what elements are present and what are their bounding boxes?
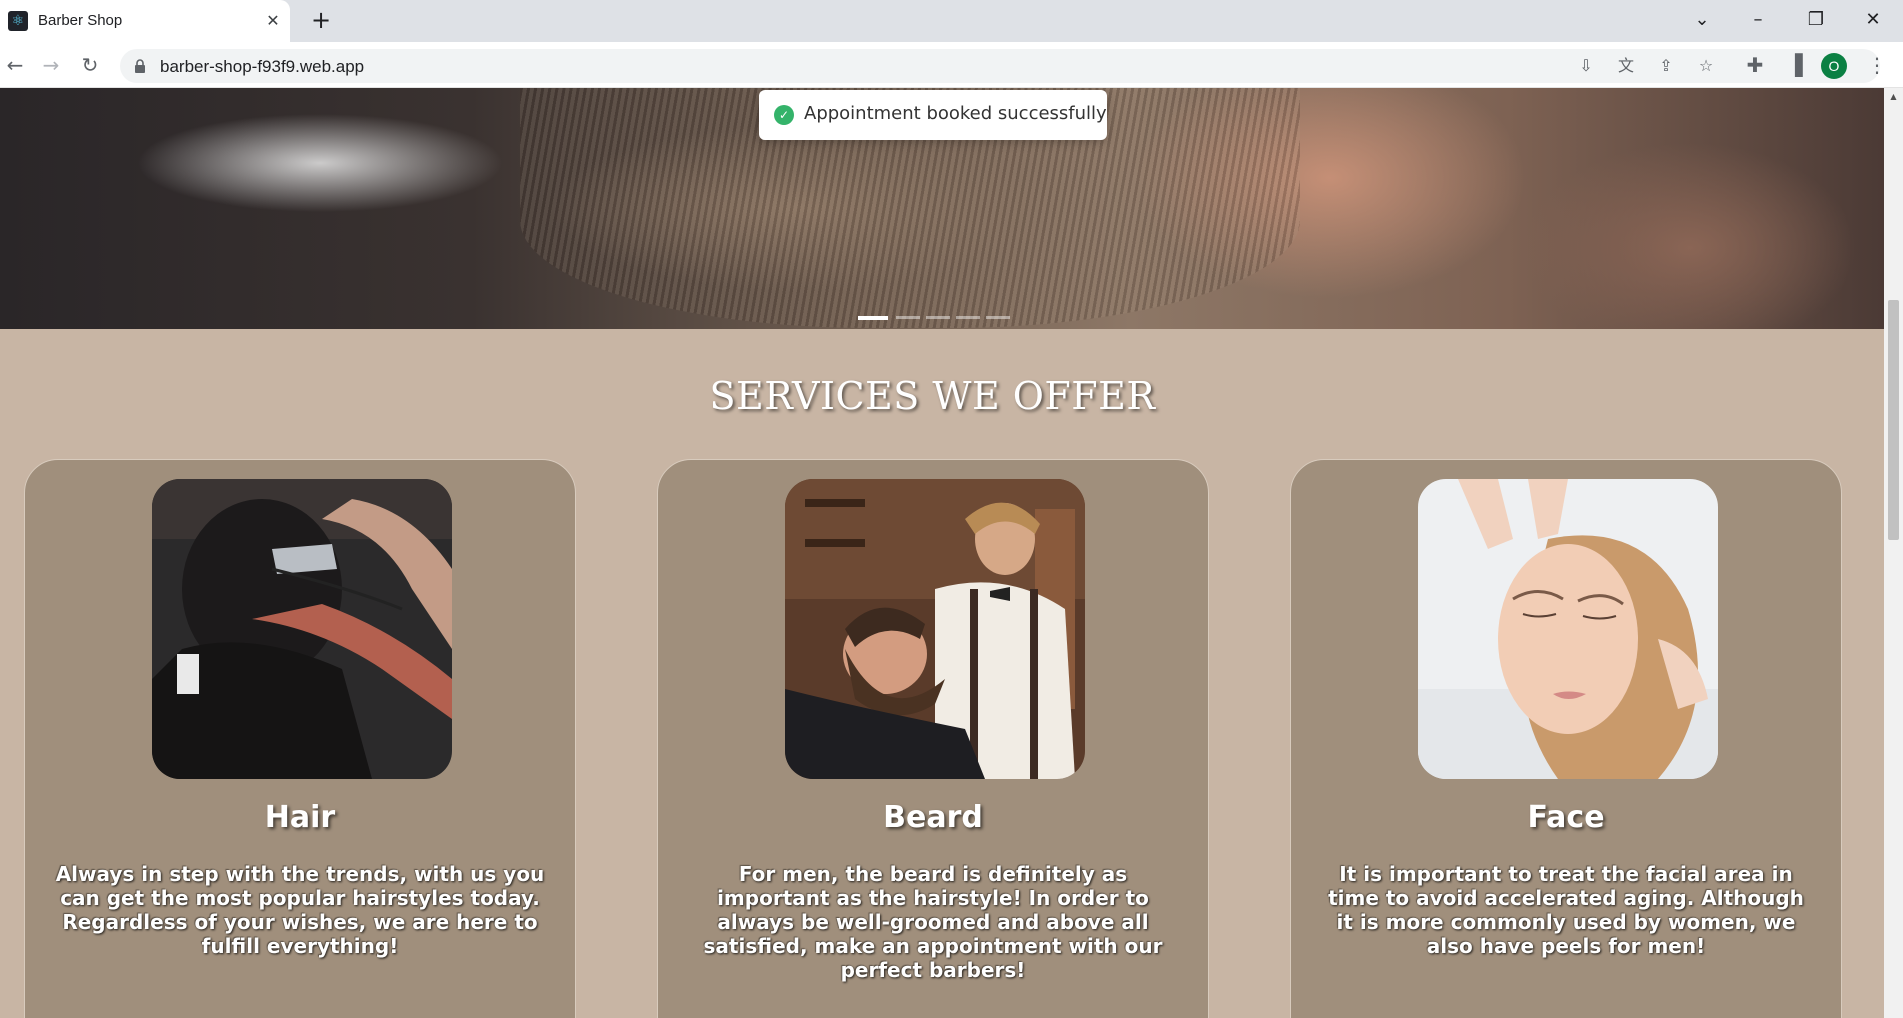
window-close-icon[interactable]: ✕ (1853, 6, 1893, 34)
browser-tab[interactable]: ⚛ Barber Shop ✕ (0, 0, 290, 42)
kebab-menu-icon[interactable]: ⋮ (1862, 50, 1892, 80)
beard-service-image (785, 479, 1085, 779)
install-icon[interactable]: ⇩ (1574, 54, 1598, 78)
hair-service-image (152, 479, 452, 779)
carousel-indicator-3[interactable] (926, 316, 950, 319)
carousel-indicator-1[interactable] (858, 316, 888, 320)
scrollbar-thumb[interactable] (1888, 300, 1899, 540)
tab-title: Barber Shop (38, 12, 123, 29)
reload-icon[interactable]: ↻ (75, 50, 105, 80)
puzzle-icon[interactable]: ✚ (1740, 50, 1770, 80)
share-icon[interactable]: ⇪ (1654, 54, 1678, 78)
services-heading: SERVICES WE OFFER (709, 374, 1156, 418)
toast-message: Appointment booked successfully (804, 103, 1107, 124)
success-toast: ✓ Appointment booked successfully (759, 90, 1107, 140)
service-description: It is important to treat the facial area… (1328, 862, 1804, 958)
carousel-indicator-2[interactable] (896, 316, 920, 319)
service-description: Always in step with the trends, with us … (55, 862, 545, 958)
service-card-beard: Beard For men, the beard is definitely a… (657, 459, 1209, 1018)
page-viewport: ✓ Appointment booked successfully SERVIC… (0, 88, 1884, 1018)
back-arrow-icon[interactable]: ← (0, 50, 30, 80)
browser-tab-strip: ⚛ Barber Shop ✕ + ⌄ – ❐ ✕ (0, 0, 1903, 42)
service-title: Beard (883, 800, 983, 835)
service-title: Face (1527, 800, 1605, 835)
restore-icon[interactable]: ❐ (1796, 6, 1836, 34)
minimize-icon[interactable]: – (1738, 6, 1778, 34)
carousel-indicator-4[interactable] (956, 316, 980, 319)
avatar[interactable]: O (1821, 53, 1847, 79)
star-icon[interactable]: ☆ (1694, 54, 1718, 78)
lock-icon (135, 59, 145, 73)
url-text: barber-shop-f93f9.web.app (160, 57, 365, 76)
translate-icon[interactable]: 文 (1614, 54, 1638, 78)
service-card-hair: Hair Always in step with the trends, wit… (24, 459, 576, 1018)
address-bar[interactable]: barber-shop-f93f9.web.app ⇩ 文 ⇪ ☆ (120, 49, 1880, 83)
plus-icon[interactable]: + (308, 8, 334, 34)
page-scrollbar[interactable]: ▲ (1884, 88, 1903, 1018)
service-title: Hair (264, 800, 336, 835)
face-service-image (1418, 479, 1718, 779)
close-icon[interactable]: ✕ (262, 10, 284, 32)
sidebar-icon[interactable]: ▐ (1780, 50, 1810, 80)
scroll-up-arrow-icon[interactable]: ▲ (1884, 90, 1903, 104)
check-circle-icon: ✓ (774, 105, 794, 125)
tab-search-icon[interactable]: ⌄ (1682, 6, 1722, 34)
carousel-indicator-5[interactable] (986, 316, 1010, 319)
react-icon: ⚛ (8, 11, 28, 31)
service-description: For men, the beard is definitely as impo… (703, 862, 1163, 982)
service-card-face: Face It is important to treat the facial… (1290, 459, 1842, 1018)
browser-toolbar: ← → ↻ barber-shop-f93f9.web.app ⇩ 文 ⇪ ☆ … (0, 42, 1903, 88)
forward-arrow-icon[interactable]: → (36, 50, 66, 80)
